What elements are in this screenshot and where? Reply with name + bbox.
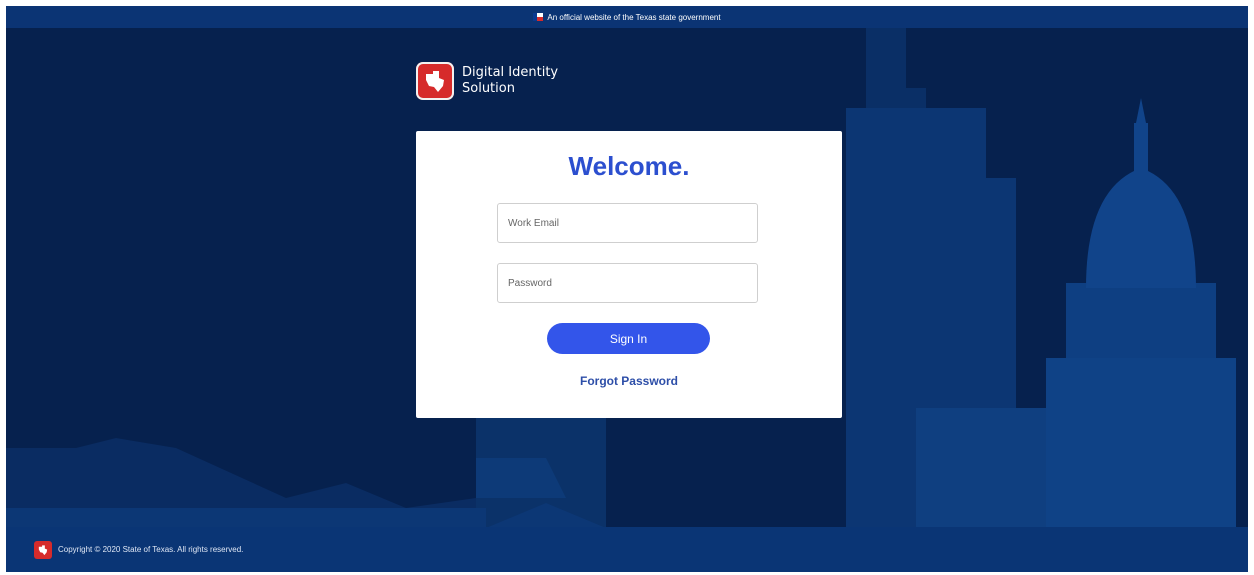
brand-header: Digital Identity Solution	[416, 62, 558, 100]
footer: Copyright © 2020 State of Texas. All rig…	[6, 527, 1248, 572]
password-input[interactable]	[497, 263, 758, 303]
login-card: Welcome. Sign In Forgot Password	[416, 131, 842, 418]
brand-name-line1: Digital Identity	[462, 65, 559, 80]
official-banner: An official website of the Texas state g…	[6, 6, 1248, 28]
welcome-title: Welcome.	[568, 151, 690, 181]
brand-name: Digital Identity Solution	[462, 65, 558, 97]
brand-name-line2: Solution	[462, 81, 515, 96]
copyright-text: Copyright © 2020 State of Texas. All rig…	[58, 545, 244, 554]
work-email-input[interactable]	[497, 203, 758, 243]
page-frame: An official website of the Texas state g…	[6, 6, 1248, 572]
official-banner-text: An official website of the Texas state g…	[547, 12, 721, 22]
texas-star-footer-icon	[34, 540, 52, 559]
forgot-password-link[interactable]: Forgot Password	[416, 374, 842, 388]
sign-in-button[interactable]: Sign In	[547, 323, 710, 354]
texas-star-logo-icon	[416, 62, 454, 100]
texas-flag-icon	[533, 13, 544, 21]
